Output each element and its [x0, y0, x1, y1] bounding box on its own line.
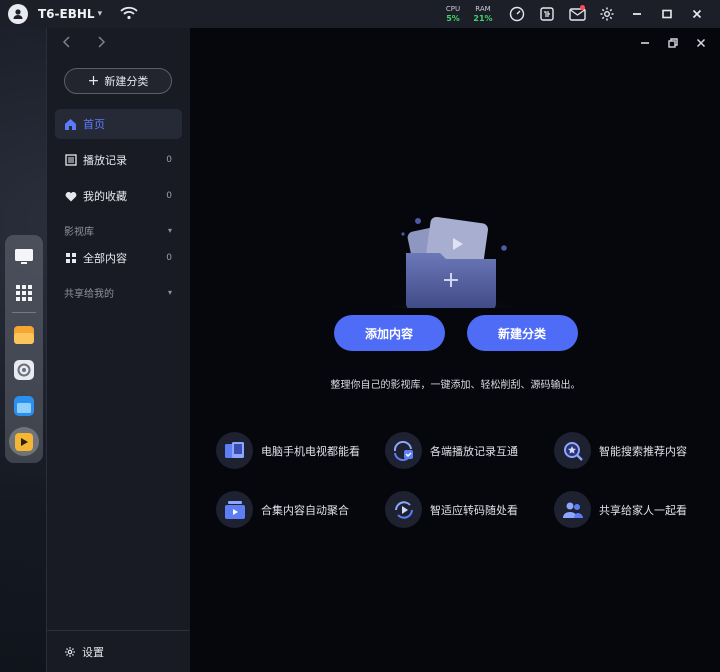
smart-search-icon	[554, 432, 591, 469]
feature-label: 智能搜索推荐内容	[599, 444, 687, 458]
feature-label: 共享给家人一起看	[599, 503, 687, 517]
new-category-button[interactable]: + 新建分类	[64, 68, 172, 94]
close-icon[interactable]	[687, 32, 715, 54]
add-content-button[interactable]: 添加内容	[333, 315, 445, 351]
plus-icon: +	[87, 73, 100, 89]
sidebar-item-home[interactable]: 首页	[55, 109, 182, 139]
window-controls	[631, 32, 715, 54]
history-count: 0	[166, 155, 172, 165]
section-library-label: 影视库	[64, 226, 94, 238]
feature-label: 各端播放记录互通	[430, 444, 518, 458]
home-icon	[64, 118, 77, 131]
device-name[interactable]: T6-EBHL	[38, 7, 95, 21]
sidebar-item-label: 首页	[83, 118, 105, 131]
section-shared-label: 共享给我的	[64, 288, 114, 300]
action-buttons: 添加内容 新建分类	[190, 315, 720, 351]
chevron-down-icon[interactable]: ▾	[98, 9, 103, 19]
app-dock	[5, 235, 43, 463]
sidebar-item-label: 我的收藏	[83, 190, 127, 203]
heart-icon	[64, 190, 77, 203]
section-shared[interactable]: 共享给我的 ▾	[55, 279, 182, 305]
nav-arrows	[59, 34, 109, 50]
feature-label: 合集内容自动聚合	[261, 503, 349, 517]
feature-item: 智能搜索推荐内容	[554, 432, 716, 469]
feature-item: 各端播放记录互通	[385, 432, 554, 469]
sidebar-item-favorites[interactable]: 我的收藏 0	[55, 181, 182, 211]
feature-label: 电脑手机电视都能看	[261, 444, 360, 458]
system-top-bar: T6-EBHL ▾ CPU 5% RAM 21%	[0, 0, 720, 28]
settings-app-icon[interactable]	[9, 356, 39, 385]
main-content: 添加内容 新建分类 整理你自己的影视库，一键添加、轻松削刮、源码输出。 电脑手机…	[190, 28, 720, 672]
back-arrow-icon[interactable]	[59, 34, 75, 50]
sync-history-icon	[385, 432, 422, 469]
user-avatar-icon[interactable]	[8, 4, 28, 24]
chevron-down-icon: ▾	[167, 225, 172, 235]
photos-app-icon[interactable]	[9, 392, 39, 421]
file-manager-icon[interactable]	[9, 320, 39, 349]
feature-label: 智适应转码随处看	[430, 503, 518, 517]
new-category-cta-button[interactable]: 新建分类	[466, 315, 578, 351]
monitor-icon[interactable]	[9, 243, 39, 272]
gear-icon	[64, 646, 76, 658]
cpu-value: 5%	[446, 13, 460, 23]
favorites-count: 0	[166, 191, 172, 201]
dock-separator	[12, 312, 36, 314]
all-content-count: 0	[166, 253, 172, 263]
mail-icon[interactable]	[562, 0, 592, 28]
media-center-app-icon[interactable]	[9, 427, 39, 456]
gear-icon[interactable]	[592, 0, 622, 28]
ram-label: RAM	[475, 4, 491, 13]
ram-meter: RAM 21%	[470, 4, 496, 23]
cpu-meter: CPU 5%	[440, 4, 466, 23]
sidebar-menu: 首页 播放记录 0 我的收藏 0 影视库 ▾ 全部内容 0 共享给我的 ▾	[55, 109, 182, 305]
restore-icon[interactable]	[659, 32, 687, 54]
history-list-icon	[64, 154, 77, 167]
minimize-icon[interactable]	[622, 0, 652, 28]
tagline: 整理你自己的影视库，一键添加、轻松削刮、源码输出。	[330, 380, 581, 391]
close-icon[interactable]	[682, 0, 712, 28]
wifi-icon[interactable]	[120, 5, 138, 24]
media-library-window: + 新建分类 首页 播放记录 0 我的收藏 0 影视库 ▾ 全部内容 0 共享给…	[46, 28, 720, 672]
settings-label: 设置	[82, 645, 104, 659]
collection-icon	[216, 491, 253, 528]
cpu-label: CPU	[445, 4, 461, 13]
feature-grid: 电脑手机电视都能看 各端播放记录互通 智能搜索推荐内容 合集内容自动聚合 智适应…	[216, 432, 716, 528]
notification-dot	[580, 5, 585, 10]
feature-item: 共享给家人一起看	[554, 491, 716, 528]
empty-library-illustration	[338, 178, 568, 364]
app-grid-icon[interactable]	[9, 279, 39, 308]
section-library[interactable]: 影视库 ▾	[55, 217, 182, 243]
grid-icon	[64, 252, 77, 265]
feature-item: 智适应转码随处看	[385, 491, 554, 528]
feature-item: 电脑手机电视都能看	[216, 432, 385, 469]
devices-icon	[216, 432, 253, 469]
speedometer-icon[interactable]	[502, 0, 532, 28]
feature-item: 合集内容自动聚合	[216, 491, 385, 528]
new-category-label: 新建分类	[104, 75, 149, 88]
ram-value: 21%	[473, 13, 493, 23]
maximize-icon[interactable]	[652, 0, 682, 28]
sidebar-item-history[interactable]: 播放记录 0	[55, 145, 182, 175]
remote-icon[interactable]	[532, 0, 562, 28]
forward-arrow-icon[interactable]	[93, 34, 109, 50]
sidebar-item-label: 播放记录	[83, 154, 127, 167]
sidebar-item-label: 全部内容	[83, 252, 127, 265]
sidebar: + 新建分类 首页 播放记录 0 我的收藏 0 影视库 ▾ 全部内容 0 共享给…	[47, 28, 190, 672]
sidebar-item-all-content[interactable]: 全部内容 0	[55, 243, 182, 273]
minimize-icon[interactable]	[631, 32, 659, 54]
transcode-icon	[385, 491, 422, 528]
settings-button[interactable]: 设置	[47, 630, 190, 672]
family-share-icon	[554, 491, 591, 528]
chevron-down-icon: ▾	[167, 287, 172, 297]
